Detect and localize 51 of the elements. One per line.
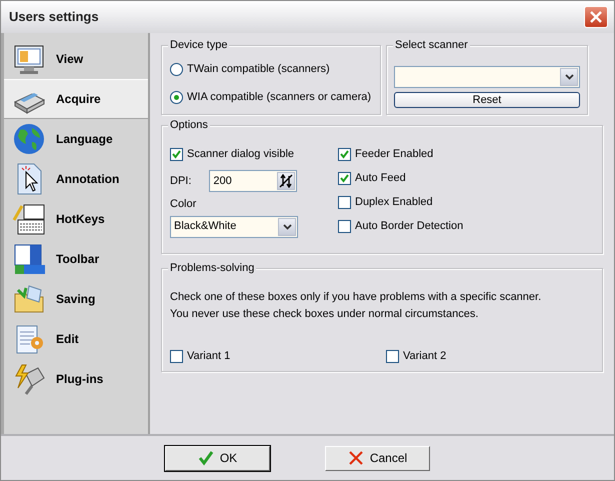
checkbox[interactable] [338, 220, 351, 232]
sidebar-item[interactable]: Annotation [4, 159, 148, 199]
sidebar-item[interactable]: Toolbar [4, 239, 148, 279]
checkbox[interactable] [338, 172, 351, 184]
sidebar-item[interactable]: View [4, 39, 148, 79]
sidebar-item[interactable]: Edit [4, 319, 148, 359]
radio-button[interactable] [170, 62, 183, 76]
sidebar-item[interactable]: Saving [4, 279, 148, 319]
checkbox-label[interactable]: Duplex Enabled [355, 194, 433, 210]
dpi-label: DPI: [170, 174, 192, 189]
color-label: Color [170, 197, 198, 212]
sidebar-item[interactable]: Plug-ins [4, 359, 148, 399]
spin-arrows-icon [279, 174, 294, 188]
reset-button[interactable]: Reset [394, 92, 580, 108]
checkbox-label[interactable]: Auto Feed [355, 170, 406, 186]
chevron-down-icon [282, 224, 292, 230]
checkbox-label[interactable]: Scanner dialog visible [187, 146, 294, 162]
checkbox-label[interactable]: Auto Border Detection [355, 218, 464, 234]
window-title: Users settings [9, 8, 99, 26]
group-legend: Problems-solving [168, 261, 256, 275]
close-button[interactable] [584, 6, 608, 28]
scanner-dropdown[interactable] [394, 66, 580, 88]
checkbox[interactable] [338, 148, 351, 160]
checkbox[interactable] [386, 350, 399, 363]
color-dropdown[interactable]: Black&White [170, 216, 298, 238]
dialog-button[interactable]: OK [165, 446, 270, 470]
sidebar-item[interactable]: Acquire [4, 79, 148, 119]
keyboard-icon [12, 202, 46, 236]
cross-icon [348, 450, 364, 466]
radio-label[interactable]: WIA compatible (scanners or camera) [187, 88, 372, 106]
group-legend: Options [168, 118, 210, 132]
checkbox-label[interactable]: Feeder Enabled [355, 146, 434, 162]
checkbox-label[interactable]: Variant 2 [403, 348, 446, 364]
sidebar-item[interactable]: HotKeys [4, 199, 148, 239]
radio-label[interactable]: TWain compatible (scanners) [187, 60, 330, 78]
taskbar-icon [12, 242, 46, 276]
close-icon [589, 10, 603, 24]
checkbox-label[interactable]: Variant 1 [187, 348, 230, 364]
check-icon [198, 450, 214, 466]
checkbox[interactable] [170, 350, 183, 363]
explanation-text: You never use these check boxes under normal circumstances. [170, 306, 480, 322]
globe-icon [12, 122, 46, 156]
sidebar-item[interactable]: Language [4, 119, 148, 159]
dialog-button[interactable]: Cancel [325, 446, 430, 470]
checkbox[interactable] [170, 148, 183, 160]
explanation-text: Check one of these boxes only if you have problems with a specific scanner. [170, 290, 542, 305]
checkbox[interactable] [338, 196, 351, 208]
group-legend: Device type [168, 38, 230, 52]
radio-button[interactable] [170, 90, 183, 104]
dpi-spinner[interactable]: 200 [209, 170, 298, 192]
chevron-down-icon [564, 74, 574, 80]
